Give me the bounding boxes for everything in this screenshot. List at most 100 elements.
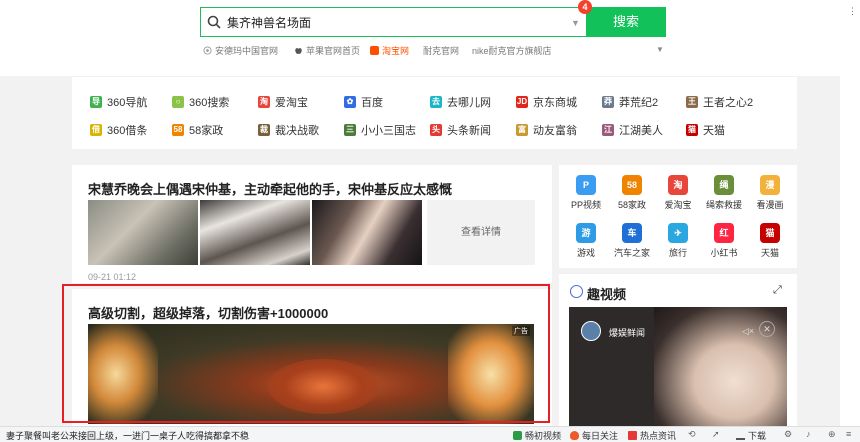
app-link[interactable]: 红小红书 — [702, 223, 746, 259]
toolbar-menu-icon[interactable]: ⋮ — [848, 6, 857, 17]
mute-icon[interactable]: ◁× — [742, 326, 754, 337]
news-image[interactable] — [312, 200, 422, 265]
video-icon — [513, 431, 522, 440]
more-links-arrow-icon[interactable]: ▼ — [656, 45, 664, 54]
news-image[interactable] — [88, 200, 198, 265]
download-icon — [736, 431, 745, 440]
play-icon — [570, 285, 583, 298]
site-logo-icon: ✿ — [344, 96, 356, 108]
site-link[interactable]: 头头条新闻 — [430, 122, 491, 138]
quick-link[interactable]: 苹果官网首页 — [294, 44, 360, 56]
site-link[interactable]: 去去哪儿网 — [430, 94, 491, 110]
news-time: 09-21 01:12 — [88, 272, 137, 282]
app-label: 旅行 — [668, 248, 687, 258]
site-nav-grid: 导 360导航 ○ 360搜索 淘爱淘宝 ✿ 百度 去去哪儿网 JD 京东商城 莽莽荒纪2 王王者之心… — [72, 77, 797, 149]
site-link[interactable]: 导 360导航 — [90, 94, 147, 110]
quick-link[interactable]: 淘宝网 — [370, 44, 409, 56]
site-logo-icon: 江 — [602, 124, 614, 136]
flame-icon — [570, 431, 579, 440]
ad-card[interactable]: 高级切割，超级掉落，切割伤害+1000000 广告 — [72, 289, 552, 442]
app-link[interactable]: 车汽车之家 — [610, 223, 654, 259]
site-logo-icon: 莽 — [602, 96, 614, 108]
chevron-down-icon[interactable]: ▼ — [571, 18, 580, 28]
app-label: 小红书 — [710, 248, 738, 258]
app-link[interactable]: P PP视频 — [564, 175, 608, 211]
app-label: 绳索救援 — [705, 200, 742, 210]
video-card: 趣视频 ⤢ 爆娱鲜闻 ◁× ✕ — [559, 274, 797, 442]
app-link[interactable]: 58 58家政 — [610, 175, 654, 211]
status-menu-icon[interactable]: ≡ — [846, 429, 851, 439]
news-title[interactable]: 宋慧乔晚会上偶遇宋仲基，主动牵起他的手，宋仲基反应太感慨 — [88, 179, 452, 198]
app-link[interactable]: 漫看漫画 — [748, 175, 792, 211]
site-logo-icon: 三 — [344, 124, 356, 136]
site-link[interactable]: 三小小三国志 — [344, 122, 416, 138]
app-link[interactable]: 猫天猫 — [748, 223, 792, 259]
app-link[interactable]: ✈ 旅行 — [656, 223, 700, 259]
site-link[interactable]: 58 58家政 — [172, 122, 223, 138]
app-logo-icon: 漫 — [760, 175, 780, 195]
right-toolbar — [840, 0, 860, 442]
site-logo-icon: 淘 — [258, 96, 270, 108]
site-link[interactable]: 裁裁决战歌 — [258, 122, 319, 138]
app-logo-icon: 58 — [622, 175, 642, 195]
app-link[interactable]: 淘爱淘宝 — [656, 175, 700, 211]
site-link[interactable]: 王王者之心2 — [686, 94, 753, 110]
refresh-icon[interactable]: ⟲ — [688, 429, 696, 440]
app-label: 58家政 — [617, 200, 646, 210]
video-author[interactable]: 爆娱鲜闻 — [609, 326, 645, 339]
site-logo-icon: 头 — [430, 124, 442, 136]
site-label: 动友富翁 — [533, 125, 577, 137]
site-link[interactable]: 江江湖美人 — [602, 122, 663, 138]
video-player[interactable]: 爆娱鲜闻 ◁× ✕ — [569, 307, 787, 442]
view-details-button[interactable]: 查看详情 — [427, 200, 535, 265]
site-link[interactable]: 富动友富翁 — [516, 122, 577, 138]
site-logo-icon: 猫 — [686, 124, 698, 136]
ad-title[interactable]: 高级切割，超级掉落，切割伤害+1000000 — [88, 303, 328, 322]
site-label: 爱淘宝 — [275, 97, 308, 109]
site-link[interactable]: 借 360借条 — [90, 122, 147, 138]
status-news-ticker[interactable]: 妻子聚餐叫老公来接回上级，一进门一桌子人吃得搞都拿不稳 — [6, 429, 249, 442]
site-link[interactable]: JD 京东商城 — [516, 94, 577, 110]
zoom-icon[interactable]: ⊕ — [828, 429, 836, 440]
search-box[interactable]: 集齐神兽名场面 ▼ — [200, 7, 586, 37]
taobao-icon — [370, 45, 379, 55]
app-label: 爱淘宝 — [664, 200, 692, 210]
site-logo-icon: 王 — [686, 96, 698, 108]
app-logo-icon: 车 — [622, 223, 642, 243]
site-logo-icon: ○ — [172, 96, 184, 108]
avatar[interactable] — [581, 321, 601, 341]
app-label: 汽车之家 — [613, 248, 650, 258]
news-card[interactable]: 宋慧乔晚会上偶遇宋仲基，主动牵起他的手，宋仲基反应太感慨 查看详情 09-21 … — [72, 165, 552, 283]
app-link[interactable]: 游游戏 — [564, 223, 608, 259]
site-link[interactable]: 猫天猫 — [686, 122, 725, 138]
quick-link[interactable]: 耐克官网 — [423, 44, 459, 56]
site-label: 头条新闻 — [447, 125, 491, 137]
gear-icon[interactable]: ⚙ — [784, 429, 792, 440]
site-link[interactable]: ○ 360搜索 — [172, 94, 229, 110]
status-item-video[interactable]: 畅初视频 — [513, 429, 561, 442]
site-link[interactable]: ✿ 百度 — [344, 94, 383, 110]
sound-icon[interactable]: ♪ — [806, 429, 811, 439]
search-button[interactable]: 搜索 — [586, 7, 666, 37]
status-item-download[interactable]: 下载 — [736, 429, 766, 442]
expand-icon[interactable]: ⤢ — [773, 284, 782, 297]
app-link[interactable]: 绳绳索救援 — [702, 175, 746, 211]
ad-image[interactable]: 广告 — [88, 324, 534, 424]
site-link[interactable]: 淘爱淘宝 — [258, 94, 308, 110]
site-logo-icon: 58 — [172, 124, 184, 136]
site-logo-icon: 借 — [90, 124, 102, 136]
site-link[interactable]: 莽莽荒纪2 — [602, 94, 658, 110]
status-item-hot[interactable]: 热点资讯 — [628, 429, 676, 442]
status-item-daily[interactable]: 每日关注 — [570, 429, 618, 442]
app-logo-icon: 猫 — [760, 223, 780, 243]
search-input[interactable]: 集齐神兽名场面 — [227, 14, 311, 31]
app-logo-icon: ✈ — [668, 223, 688, 243]
close-icon[interactable]: ✕ — [759, 321, 775, 337]
app-label: PP视频 — [570, 200, 601, 210]
rocket-icon[interactable]: ➚ — [712, 429, 720, 440]
quick-link[interactable]: nike耐克官方旗舰店 — [472, 44, 552, 56]
site-logo-icon: JD — [516, 96, 528, 108]
quick-link[interactable]: 安德玛中国官网 — [203, 44, 278, 56]
news-image[interactable] — [200, 200, 310, 265]
news-icon — [628, 431, 637, 440]
